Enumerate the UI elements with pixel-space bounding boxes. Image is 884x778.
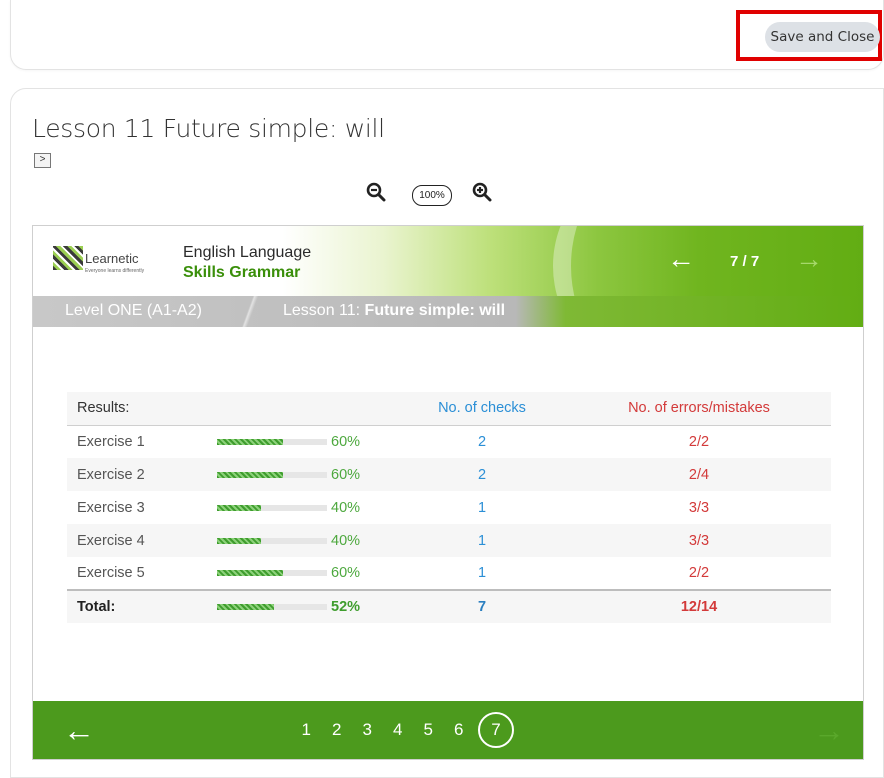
page-button[interactable]: 7 — [478, 712, 514, 748]
page-button[interactable]: 3 — [352, 719, 383, 748]
results-body: Exercise 1 60% 2 2/2 Exercise 2 60% 2 2/4 Exerci… — [67, 425, 831, 590]
lesson-strip-label: Lesson 11: Future simple: will — [283, 302, 505, 320]
total-progress: 52% — [217, 589, 397, 623]
exercise-progress: 60% — [217, 557, 397, 590]
exercise-percent: 60% — [331, 466, 361, 483]
page-button[interactable]: 5 — [413, 719, 444, 748]
zoom-in-icon[interactable] — [472, 182, 492, 207]
exercise-errors: 3/3 — [688, 499, 710, 516]
level-label: Level ONE (A1-A2) — [65, 302, 202, 319]
exercise-checks: 1 — [397, 524, 567, 557]
expand-toggle-button[interactable]: > — [34, 153, 51, 168]
exercise-progress: 60% — [217, 425, 397, 458]
exercise-checks: 1 — [477, 499, 487, 516]
brand-tagline: Everyone learns differently — [85, 268, 145, 274]
total-label: Total: — [67, 589, 217, 623]
progress-track — [217, 570, 327, 576]
save-and-close-button[interactable]: Save and Close — [765, 22, 880, 52]
exercise-percent: 40% — [331, 499, 361, 516]
arrow-right-icon[interactable]: → — [795, 244, 823, 274]
lesson-prefix: Lesson 11: — [283, 302, 361, 319]
total-checks: 7 — [397, 589, 567, 623]
progress-track — [217, 438, 327, 445]
page-button[interactable]: 2 — [322, 719, 353, 748]
results-column-header: Results: — [67, 392, 217, 426]
exercise-errors: 2/4 — [567, 458, 831, 491]
progress-track — [217, 471, 327, 478]
lesson-title: Lesson 11 Future simple: will — [32, 114, 385, 143]
page-button[interactable]: 4 — [383, 719, 414, 748]
progress-fill — [217, 604, 275, 610]
exercise-errors: 2/2 — [688, 565, 710, 581]
next-arrow-icon[interactable]: → — [813, 713, 845, 747]
table-row: Exercise 4 40% 1 3/3 — [67, 524, 831, 557]
total-percent: 52% — [331, 599, 361, 615]
progress-fill — [217, 537, 261, 544]
progress-track — [217, 537, 327, 544]
results-header-row: Results: No. of checks No. of errors/mis… — [67, 392, 831, 426]
course-subject: English Language — [183, 244, 312, 261]
exercise-errors: 2/2 — [688, 433, 710, 450]
progress-track — [217, 504, 327, 511]
exercise-percent: 40% — [331, 532, 361, 549]
total-row: Total: 52% 7 12/14 — [67, 589, 831, 623]
checks-column-header: No. of checks — [397, 392, 567, 426]
exercise-checks: 2 — [397, 458, 567, 491]
exercise-errors: 3/3 — [567, 524, 831, 557]
progress-column-header — [217, 392, 397, 426]
exercise-progress: 40% — [217, 524, 397, 557]
progress-fill — [217, 438, 283, 445]
exercise-percent: 60% — [331, 433, 361, 450]
back-arrow-icon[interactable]: ← — [63, 713, 95, 747]
exercise-name: Exercise 1 — [77, 433, 145, 450]
progress-track — [217, 604, 327, 610]
progress-fill — [217, 471, 283, 478]
errors-column-header: No. of errors/mistakes — [567, 392, 831, 426]
lesson-viewer: Learnetic Everyone learns differently En… — [32, 225, 864, 760]
zoom-reset-button[interactable]: 100% — [412, 185, 452, 206]
exercise-checks: 1 — [477, 565, 487, 581]
total-errors: 12/14 — [567, 589, 831, 623]
course-banner: Learnetic Everyone learns differently En… — [33, 226, 863, 366]
page-button[interactable]: 1 — [291, 719, 322, 748]
page-button[interactable]: 6 — [444, 719, 475, 748]
exercise-name: Exercise 2 — [67, 458, 217, 491]
results-table: Results: No. of checks No. of errors/mis… — [67, 392, 831, 623]
exercise-name: Exercise 4 — [67, 524, 217, 557]
progress-fill — [217, 504, 261, 511]
exercise-name: Exercise 3 — [77, 499, 145, 516]
course-name: Skills Grammar — [183, 264, 301, 281]
exercise-checks: 2 — [477, 433, 487, 450]
page-navigation-bar: ← 1234567 → — [33, 701, 863, 759]
table-row: Exercise 3 40% 1 3/3 — [67, 491, 831, 524]
table-row: Exercise 2 60% 2 2/4 — [67, 458, 831, 491]
table-row: Exercise 5 60% 1 2/2 — [67, 557, 831, 590]
arrow-left-icon[interactable]: ← — [667, 244, 695, 274]
brand-name: Learnetic — [85, 251, 139, 266]
learnetic-logo-icon — [53, 246, 83, 270]
exercise-progress: 40% — [217, 491, 397, 524]
exercise-name: Exercise 5 — [77, 565, 145, 581]
page-numbers: 1234567 — [291, 712, 514, 748]
page-indicator: 7 / 7 — [730, 253, 760, 270]
table-row: Exercise 1 60% 2 2/2 — [67, 425, 831, 458]
strip-divider — [239, 296, 263, 327]
zoom-out-icon[interactable] — [366, 182, 386, 207]
progress-fill — [217, 570, 283, 576]
lesson-name: Future simple: will — [364, 302, 506, 319]
exercise-percent: 60% — [331, 565, 361, 581]
exercise-progress: 60% — [217, 458, 397, 491]
